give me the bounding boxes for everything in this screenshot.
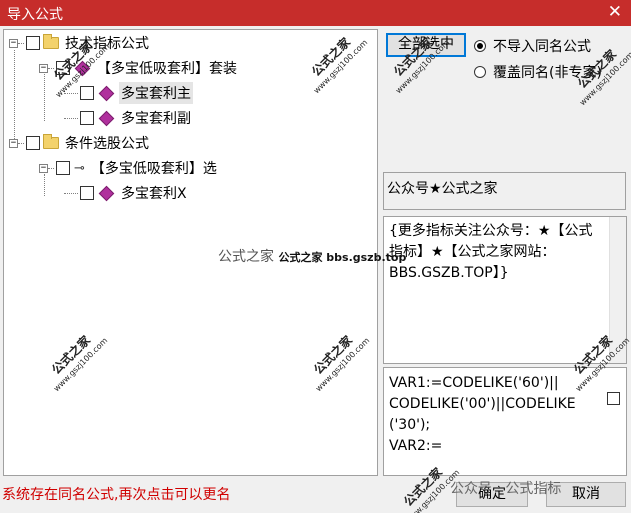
tree-node-selector[interactable]: − ⊸ 【多宝低吸套利】选 [39,158,219,178]
code-line: ('30'); [389,417,431,433]
tree-checkbox[interactable] [56,161,70,175]
radio-icon [474,66,486,78]
code-checkbox[interactable] [607,392,620,405]
code-line: VAR1:=CODELIKE('60')|| [389,375,559,391]
code-box[interactable]: VAR1:=CODELIKE('60')|| CODELIKE('00')||C… [383,367,627,476]
formula-icon [98,110,115,126]
title-bar: 导入公式 ✕ [0,0,631,26]
select-all-button[interactable]: 全部选中 [386,33,466,57]
radio-label: 覆盖同名(非专家) [493,65,602,81]
skip-same-name-radio[interactable]: 不导入同名公式 [474,36,591,56]
radio-label: 不导入同名公式 [493,39,591,55]
tree-checkbox[interactable] [80,86,94,100]
formula-icon [98,185,115,201]
tree-node-suite[interactable]: − 【多宝低吸套利】套装 [39,58,239,78]
tree-node-x[interactable]: 多宝套利X [64,183,189,203]
scrollbar[interactable] [609,217,626,363]
tree-checkbox[interactable] [80,111,94,125]
formula-icon [74,60,91,76]
formula-tree[interactable]: − 技术指标公式 − 【多宝低吸套利】套装 多宝套利主 多宝套利副 − 条件选股… [3,29,378,476]
tree-checkbox[interactable] [56,61,70,75]
tree-node-label: 【多宝低吸套利】套装 [97,61,237,77]
cancel-button[interactable]: 取消 [546,482,626,507]
code-line: VAR2:= [389,438,443,454]
tree-checkbox[interactable] [26,36,40,50]
code-line: CODELIKE('00')||CODELIKE [389,396,576,412]
formula-name-field[interactable]: 公众号★公式之家 [383,172,626,210]
key-icon: ⊸ [74,160,85,176]
close-icon[interactable]: ✕ [608,2,622,22]
description-box[interactable]: {更多指标关注公众号：★【公式指标】★【公式之家网站：BBS.GSZB.TOP】… [383,216,627,364]
ok-button[interactable]: 确定 [456,482,528,507]
collapse-icon[interactable]: − [9,38,18,48]
tree-node-label: 多宝套利X [121,186,187,202]
tree-checkbox[interactable] [80,186,94,200]
tree-node-stock-selection[interactable]: − 条件选股公式 [9,133,151,153]
tree-node-tech-formulas[interactable]: − 技术指标公式 [9,33,151,53]
folder-icon [43,34,59,49]
radio-selected-icon [474,40,486,52]
collapse-icon[interactable]: − [9,138,18,148]
overwrite-same-name-radio[interactable]: 覆盖同名(非专家) [474,62,602,82]
tree-node-label: 多宝套利主 [119,82,193,104]
formula-icon [98,85,115,101]
collapse-icon[interactable]: − [39,63,48,73]
tree-node-label: 技术指标公式 [65,36,149,52]
code-text: VAR1:=CODELIKE('60')|| CODELIKE('00')||C… [389,373,607,457]
tree-node-label: 条件选股公式 [65,136,149,152]
window-title: 导入公式 [7,7,63,23]
status-message: 系统存在同名公式,再次点击可以更名 [2,487,231,503]
collapse-icon[interactable]: − [39,163,48,173]
folder-icon [43,134,59,149]
tree-checkbox[interactable] [26,136,40,150]
tree-node-label: 多宝套利副 [121,111,191,127]
description-text: {更多指标关注公众号：★【公式指标】★【公式之家网站：BBS.GSZB.TOP】… [389,223,593,281]
tree-node-label: 【多宝低吸套利】选 [90,161,217,177]
formula-name-value: 公众号★公式之家 [387,181,498,197]
tree-node-sub[interactable]: 多宝套利副 [64,108,193,128]
tree-node-main[interactable]: 多宝套利主 [64,82,193,104]
